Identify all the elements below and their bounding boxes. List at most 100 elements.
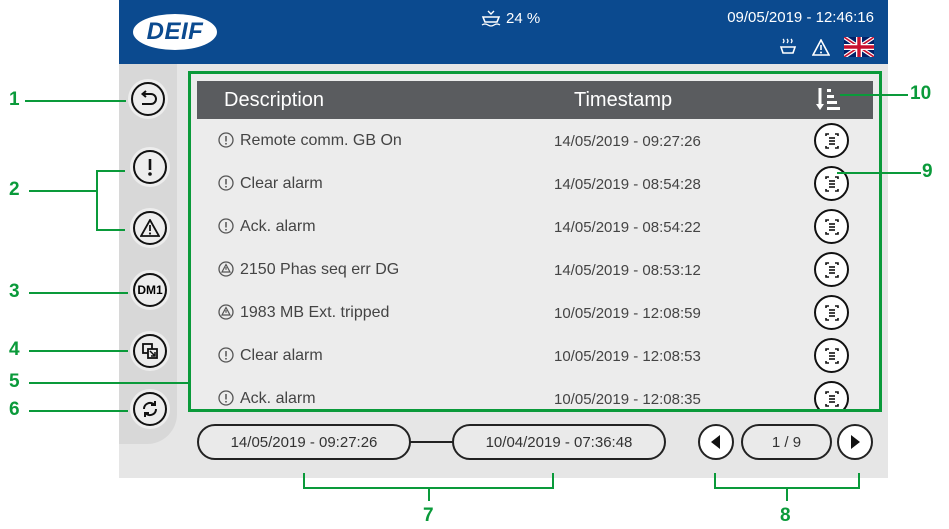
warning-filter-ring	[133, 211, 167, 245]
triangle-left-icon	[711, 435, 720, 449]
date-range-connector	[408, 441, 454, 443]
details-button[interactable]	[814, 381, 849, 409]
info-icon	[218, 132, 234, 148]
table-row[interactable]: 1983 MB Ext. tripped 10/05/2019 - 12:08:…	[197, 292, 873, 335]
table-row[interactable]: Ack. alarm 10/05/2019 - 12:08:35	[197, 378, 873, 409]
callout-2: 2	[9, 179, 20, 200]
dm1-label: DM1	[133, 273, 167, 307]
row-timestamp: 10/05/2019 - 12:08:59	[554, 305, 701, 322]
refresh-icon	[142, 401, 158, 417]
details-icon	[824, 218, 839, 235]
callout-5: 5	[9, 371, 20, 392]
back-ring	[131, 82, 165, 116]
refresh-button[interactable]	[130, 389, 170, 429]
details-icon	[824, 175, 839, 192]
details-icon	[824, 347, 839, 364]
callout-line-10	[840, 94, 908, 96]
row-description: Ack. alarm	[240, 390, 316, 407]
table-header: Description Timestamp	[197, 81, 873, 119]
callout-line-2	[29, 190, 96, 192]
row-timestamp: 14/05/2019 - 08:53:12	[554, 262, 701, 279]
table-row[interactable]: Clear alarm 14/05/2019 - 08:54:28	[197, 163, 873, 206]
fuel-indicator: 24 %	[480, 8, 540, 28]
zoom-ring	[133, 334, 167, 368]
column-description: Description	[224, 89, 325, 111]
callout-line-1	[25, 100, 126, 102]
fuel-level: 24 %	[506, 9, 541, 27]
row-description: Remote comm. GB On	[240, 132, 402, 149]
page-indicator: 1 / 9	[741, 424, 832, 460]
table-row[interactable]: Remote comm. GB On 14/05/2019 - 09:27:26	[197, 120, 873, 163]
row-description: 2150 Phas seq err DG	[240, 261, 400, 278]
callout-line-8	[786, 487, 788, 501]
callout-4: 4	[9, 339, 20, 360]
status-icons	[778, 37, 874, 57]
warning-icon	[140, 219, 160, 237]
table-row[interactable]: 2150 Phas seq err DG 14/05/2019 - 08:53:…	[197, 249, 873, 292]
details-button[interactable]	[814, 209, 849, 244]
heater-icon	[779, 38, 797, 54]
back-button[interactable]	[128, 79, 168, 119]
alarm-filter-ring	[133, 150, 167, 184]
callout-bracket-2	[96, 170, 98, 231]
callout-6: 6	[9, 399, 20, 420]
zoom-button[interactable]	[130, 331, 170, 371]
row-timestamp: 14/05/2019 - 08:54:22	[554, 219, 701, 236]
fuel-icon	[481, 10, 501, 27]
callout-1: 1	[9, 89, 20, 110]
current-datetime: 09/05/2019 - 12:46:16	[727, 9, 874, 26]
details-button[interactable]	[814, 295, 849, 330]
info-icon	[218, 390, 234, 406]
row-timestamp: 14/05/2019 - 09:27:26	[554, 133, 701, 150]
callout-line-3	[29, 292, 128, 294]
next-page-button[interactable]	[837, 424, 873, 460]
callout-10: 10	[910, 83, 932, 104]
callout-3: 3	[9, 281, 20, 302]
info-icon	[218, 347, 234, 363]
zoom-window-icon	[142, 343, 158, 359]
triangle-right-icon	[851, 435, 860, 449]
callout-9: 9	[922, 161, 933, 182]
callout-line-5	[29, 382, 191, 384]
callout-line-7	[428, 487, 430, 501]
refresh-ring	[133, 392, 167, 426]
warning-icon	[218, 261, 234, 277]
details-button[interactable]	[814, 123, 849, 158]
column-timestamp[interactable]: Timestamp	[574, 89, 672, 112]
info-icon	[218, 218, 234, 234]
details-icon	[824, 304, 839, 321]
callout-line-9	[837, 172, 921, 174]
callout-line-6	[29, 410, 128, 412]
warning-icon	[812, 38, 830, 56]
previous-page-button[interactable]	[698, 424, 734, 460]
table-row[interactable]: Clear alarm 10/05/2019 - 12:08:53	[197, 335, 873, 378]
warning-filter-button[interactable]	[130, 208, 170, 248]
details-icon	[824, 132, 839, 149]
exclamation-icon	[148, 159, 152, 176]
details-icon	[824, 261, 839, 278]
uk-flag-icon[interactable]	[844, 37, 874, 57]
logo-text: DEIF	[146, 18, 204, 45]
details-icon	[824, 390, 839, 407]
row-timestamp: 14/05/2019 - 08:54:28	[554, 176, 701, 193]
callout-7: 7	[423, 505, 434, 526]
table-row[interactable]: Ack. alarm 14/05/2019 - 08:54:22	[197, 206, 873, 249]
dm1-button[interactable]: DM1	[130, 270, 170, 310]
back-arrow-icon	[140, 90, 157, 105]
warning-icon	[218, 304, 234, 320]
callout-line-4	[29, 350, 128, 352]
from-date-field[interactable]: 14/05/2019 - 09:27:26	[197, 424, 411, 460]
sort-icon[interactable]	[815, 86, 841, 114]
details-button[interactable]	[814, 252, 849, 287]
alarm-filter-button[interactable]	[130, 147, 170, 187]
row-description: Clear alarm	[240, 175, 323, 192]
row-timestamp: 10/05/2019 - 12:08:35	[554, 391, 701, 408]
top-bar: DEIF 24 % 09/05/2019 - 12:46:16	[119, 0, 888, 64]
details-button[interactable]	[814, 338, 849, 373]
to-date-field[interactable]: 10/04/2019 - 07:36:48	[452, 424, 666, 460]
callout-bracket-2-bottom	[96, 229, 125, 231]
row-description: 1983 MB Ext. tripped	[240, 304, 390, 321]
sidebar	[119, 64, 177, 444]
row-timestamp: 10/05/2019 - 12:08:53	[554, 348, 701, 365]
callout-bracket-2-top	[96, 170, 125, 172]
